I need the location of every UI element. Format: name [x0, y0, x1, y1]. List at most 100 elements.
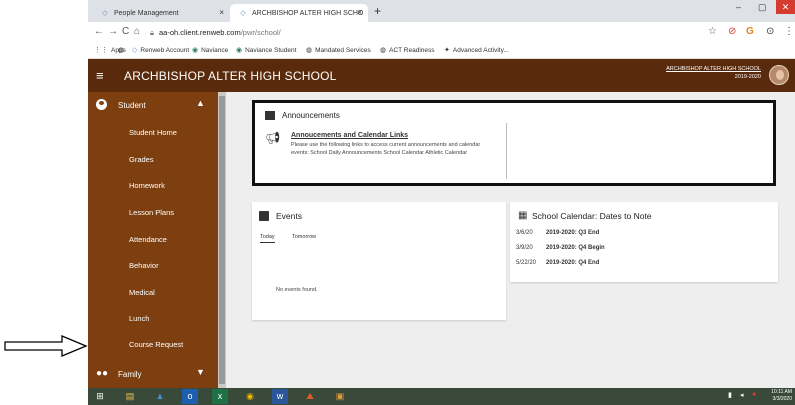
sidebar-item-medical[interactable]: Medical	[129, 288, 155, 297]
photos-icon[interactable]: ▲	[152, 389, 168, 404]
tab-today[interactable]: Today	[260, 234, 275, 243]
family-people-icon: ●●	[96, 368, 109, 379]
chrome-icon[interactable]: ◉	[242, 389, 258, 404]
sidebar-item-behavior[interactable]: Behavior	[129, 261, 159, 270]
calendar-row: 5/22/20 2019-2020: Q4 End	[516, 260, 600, 266]
file-explorer-icon[interactable]: ▤	[122, 389, 138, 404]
renweb-favicon-icon: ◇	[102, 10, 108, 17]
notification-icon[interactable]: ●	[752, 391, 756, 398]
browser-menu-icon[interactable]: ⋮	[784, 26, 794, 37]
apps-grid-icon: ⋮⋮	[94, 47, 108, 54]
naviance-icon: ◉	[192, 47, 199, 54]
outlook-icon[interactable]: o	[182, 389, 198, 404]
hamburger-menu-icon[interactable]: ≡	[96, 68, 104, 83]
clock-date: 3/3/2020	[772, 395, 792, 402]
windows-start-icon[interactable]: ⊞	[92, 389, 108, 404]
acrobat-icon[interactable]: ⛰	[302, 389, 318, 404]
announcements-card: Announcements 📢︎ Annoucements and Calend…	[252, 100, 776, 186]
sidebar-section-family[interactable]: ●● Family ▼	[88, 362, 218, 388]
window-maximize-button[interactable]: ▢	[758, 2, 767, 13]
avatar-face	[776, 70, 784, 80]
tab-close-icon[interactable]: ×	[357, 8, 362, 17]
star-icon: ✦	[444, 47, 450, 54]
sidebar-section-label: Student	[118, 101, 146, 110]
bookmark-renweb-account[interactable]: ◇ Renweb Account	[132, 46, 189, 54]
url-path: /pwr/school/	[240, 28, 281, 37]
divider	[506, 123, 507, 179]
sidebar-section-label: Family	[118, 370, 142, 379]
calendar-title: School Calendar: Dates to Note	[532, 211, 652, 221]
user-circle-icon	[96, 99, 107, 110]
url-field[interactable]: 🔒︎ aa-oh.client.renweb.com/pwr/school/	[150, 28, 281, 38]
browser-address-bar: ← → C ⌂ 🔒︎ aa-oh.client.renweb.com/pwr/sc…	[88, 22, 795, 44]
url-host: aa-oh.client.renweb.com	[159, 28, 241, 37]
bookmark-advanced-activity[interactable]: ✦ Advanced Activity...	[444, 46, 509, 54]
sidebar-item-lunch[interactable]: Lunch	[129, 314, 149, 323]
renweb-favicon-icon: ◇	[240, 10, 246, 17]
extension-g-icon[interactable]: G	[746, 26, 754, 37]
window-minimize-button[interactable]: –	[736, 2, 741, 12]
sidebar-item-lesson-plans[interactable]: Lesson Plans	[129, 208, 174, 217]
announcements-link[interactable]: Annoucements and Calendar Links	[291, 132, 408, 139]
bookmark-globe[interactable]: ◍	[118, 46, 127, 54]
taskbar-clock[interactable]: 10:11 AM 3/3/2020	[764, 389, 792, 402]
network-icon[interactable]: ▮	[728, 391, 732, 399]
window-close-button[interactable]: ✕	[776, 0, 795, 14]
tab-title: People Management	[114, 9, 179, 17]
new-tab-button[interactable]: +	[374, 4, 381, 18]
screenshot-root: ◇ People Management × ◇ ARCHBISHOP ALTER…	[0, 0, 795, 405]
bookmark-naviance-student[interactable]: ◉ Naviance Student	[236, 46, 296, 54]
school-calendar-card: ▦ School Calendar: Dates to Note 3/6/20 2…	[510, 202, 778, 282]
browser-tab-people-management[interactable]: ◇ People Management ×	[92, 4, 230, 22]
user-avatar[interactable]	[769, 65, 789, 85]
windows-taskbar: ⊞ ▤ ▲ o x ◉ w ⛰ ▣ ▮ ◂ ● 10:11 AM 3/3/202…	[88, 388, 795, 405]
profile-icon[interactable]: ⊙	[766, 26, 774, 37]
sidebar-item-homework[interactable]: Homework	[129, 181, 165, 190]
calendar-row: 3/9/20 2019-2020: Q4 Begin	[516, 245, 605, 251]
announcements-title: Announcements	[282, 111, 340, 120]
back-arrow-icon[interactable]: ←	[94, 26, 104, 37]
globe-icon: ◍	[118, 47, 125, 54]
naviance-icon: ◉	[236, 47, 243, 54]
scrollbar-thumb[interactable]	[219, 96, 225, 384]
forward-arrow-icon[interactable]: →	[108, 26, 118, 37]
bookmark-mandated-services[interactable]: ◍ Mandated Services	[306, 46, 371, 54]
annotation-arrow-icon	[4, 335, 88, 357]
sidebar-section-student[interactable]: Student ▲	[88, 92, 218, 120]
extension-icon[interactable]: ⊘	[728, 26, 736, 37]
sidebar: Student ▲ Student Home Grades Homework L…	[88, 92, 218, 388]
school-year-selector[interactable]: ARCHBISHOP ALTER HIGH SCHOOL 2019-2020	[666, 66, 761, 80]
home-icon[interactable]: ⌂	[134, 26, 140, 37]
tab-title: ARCHBISHOP ALTER HIGH SCHO	[252, 9, 364, 17]
header-school-link[interactable]: ARCHBISHOP ALTER HIGH SCHOOL	[666, 66, 761, 72]
volume-icon[interactable]: ◂	[740, 391, 744, 399]
events-title: Events	[276, 211, 302, 221]
calendar-icon	[259, 211, 269, 221]
announcements-body: Please use the following links to access…	[291, 142, 481, 156]
word-icon[interactable]: w	[272, 389, 288, 404]
app-icon[interactable]: ▣	[332, 389, 348, 404]
globe-icon: ◍	[306, 47, 313, 54]
bookmark-act-readiness[interactable]: ◍ ACT Readiness	[380, 46, 435, 54]
sidebar-item-attendance[interactable]: Attendance	[129, 235, 167, 244]
sidebar-item-student-home[interactable]: Student Home	[129, 128, 177, 137]
reload-icon[interactable]: C	[122, 26, 129, 37]
header-school-year: 2019-2020	[734, 74, 761, 80]
main-content: Announcements 📢︎ Annoucements and Calend…	[226, 92, 795, 388]
bookmark-naviance[interactable]: ◉ Naviance	[192, 46, 228, 54]
tab-tomorrow[interactable]: Tomorrow	[292, 234, 316, 240]
building-icon: ▦	[518, 210, 528, 221]
browser-tab-bar: ◇ People Management × ◇ ARCHBISHOP ALTER…	[88, 0, 795, 22]
bookmark-star-icon[interactable]: ☆	[708, 26, 717, 37]
sidebar-item-grades[interactable]: Grades	[129, 155, 154, 164]
browser-tab-archbishop-alter[interactable]: ◇ ARCHBISHOP ALTER HIGH SCHO ×	[230, 4, 368, 22]
sidebar-scrollbar[interactable]	[218, 92, 226, 388]
chevron-down-icon: ▼	[196, 367, 205, 377]
events-card: Events Today Tomorrow No events found.	[252, 202, 506, 320]
excel-icon[interactable]: x	[212, 389, 228, 404]
school-name-title: ARCHBISHOP ALTER HIGH SCHOOL	[124, 69, 337, 83]
sidebar-item-course-request[interactable]: Course Request	[129, 340, 183, 349]
calendar-row: 3/6/20 2019-2020: Q3 End	[516, 230, 600, 236]
megaphone-icon: 📢︎	[265, 131, 281, 145]
tab-close-icon[interactable]: ×	[219, 8, 224, 17]
